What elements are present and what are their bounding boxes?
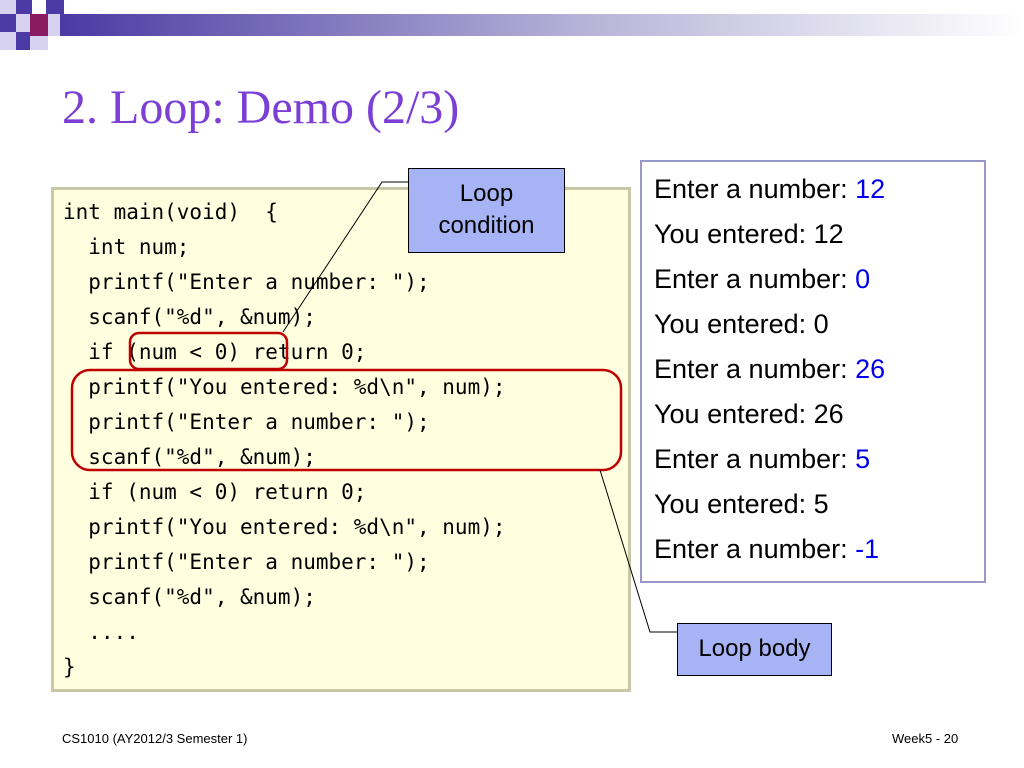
code-line: int num; [63, 235, 190, 259]
user-input-value: 0 [855, 264, 871, 294]
code-line: int main(void) { [63, 200, 278, 224]
code-line: printf("Enter a number: "); [63, 270, 430, 294]
code-line: if (num < 0) return 0; [63, 340, 367, 364]
code-line: } [63, 655, 76, 679]
slide-title: 2. Loop: Demo (2/3) [62, 81, 460, 134]
user-input-value: 5 [855, 444, 871, 474]
code-line: printf("You entered: %d\n", num); [63, 375, 506, 399]
code-line: scanf("%d", &num); [63, 445, 316, 469]
user-input-value: 12 [855, 174, 886, 204]
callout-label: condition [438, 212, 535, 239]
output-line: You entered: 12 [654, 219, 844, 249]
footer-page-number: Week5 - 20 [892, 731, 959, 746]
code-panel: int main(void) { int num; printf("Enter … [51, 187, 631, 692]
callout-label: Loop [459, 180, 514, 207]
output-line: You entered: 26 [654, 399, 844, 429]
code-line: printf("Enter a number: "); [63, 550, 430, 574]
callout-label: Loop body [698, 635, 811, 662]
output-line: Enter a number: 26 [654, 354, 886, 384]
loop-condition-callout: Loop condition [408, 168, 565, 253]
header-decoration [0, 0, 1024, 50]
output-line: Enter a number: 12 [654, 174, 886, 204]
code-line: .... [63, 620, 139, 644]
code-line: if (num < 0) return 0; [63, 480, 367, 504]
footer-course: CS1010 (AY2012/3 Semester 1) [62, 731, 248, 746]
output-line: Enter a number: 5 [654, 444, 871, 474]
output-line: You entered: 0 [654, 309, 829, 339]
user-input-value: 26 [855, 354, 886, 384]
code-line: scanf("%d", &num); [63, 585, 316, 609]
output-line: Enter a number: 0 [654, 264, 871, 294]
code-line: printf("You entered: %d\n", num); [63, 515, 506, 539]
code-line: printf("Enter a number: "); [63, 410, 430, 434]
user-input-value: -1 [855, 534, 880, 564]
loop-body-callout: Loop body [677, 623, 832, 676]
output-line: Enter a number: -1 [654, 534, 880, 564]
output-line: You entered: 5 [654, 489, 829, 519]
program-output-panel: Enter a number: 12 You entered: 12 Enter… [640, 160, 986, 583]
code-line: scanf("%d", &num); [63, 305, 316, 329]
